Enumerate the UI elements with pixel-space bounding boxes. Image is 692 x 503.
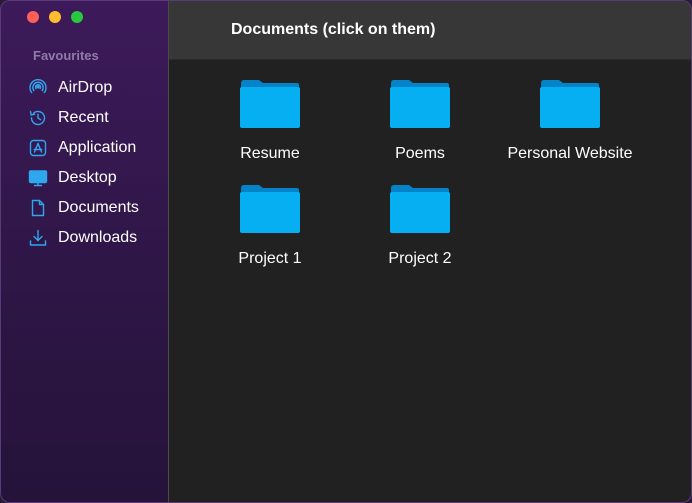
sidebar-nav: AirDrop Recent Application Desktop Docum… [27, 73, 162, 253]
folder-icon [390, 80, 450, 128]
page-title: Documents (click on them) [231, 21, 436, 38]
zoom-button[interactable] [71, 11, 83, 23]
folder-label: Project 2 [388, 250, 452, 267]
window-controls [27, 11, 83, 23]
folder-grid: Resume Poems Personal Website Project 1 … [169, 59, 691, 502]
toolbar: Documents (click on them) [169, 1, 691, 60]
folder-personal-website[interactable]: Personal Website [495, 79, 645, 163]
folder-icon [240, 185, 300, 233]
monitor-icon [27, 167, 49, 189]
folder-label: Project 1 [238, 250, 302, 267]
sidebar-item-airdrop[interactable]: AirDrop [27, 73, 162, 103]
sidebar-item-label: Downloads [58, 229, 138, 246]
folder-label: Poems [395, 145, 445, 162]
finder-window: Favourites AirDrop Recent Application De… [0, 0, 692, 503]
sidebar: Favourites AirDrop Recent Application De… [1, 1, 169, 502]
folder-icon [540, 80, 600, 128]
clock-history-icon [27, 107, 49, 129]
sidebar-item-recent[interactable]: Recent [27, 103, 162, 133]
sidebar-item-label: AirDrop [58, 79, 113, 96]
app-store-icon [27, 137, 49, 159]
airdrop-icon [27, 77, 49, 99]
sidebar-item-label: Desktop [58, 169, 117, 186]
sidebar-item-label: Application [58, 139, 137, 156]
sidebar-item-label: Documents [58, 199, 139, 216]
download-icon [27, 227, 49, 249]
favourites-section-label: Favourites [33, 48, 99, 63]
minimize-button[interactable] [49, 11, 61, 23]
folder-icon [240, 80, 300, 128]
folder-resume[interactable]: Resume [195, 79, 345, 163]
folder-project-1[interactable]: Project 1 [195, 184, 345, 268]
sidebar-item-documents[interactable]: Documents [27, 193, 162, 223]
close-button[interactable] [27, 11, 39, 23]
folder-poems[interactable]: Poems [345, 79, 495, 163]
main-content: Documents (click on them) Resume Poems P… [169, 1, 691, 502]
sidebar-item-desktop[interactable]: Desktop [27, 163, 162, 193]
sidebar-item-label: Recent [58, 109, 109, 126]
folder-icon [390, 185, 450, 233]
sidebar-item-application[interactable]: Application [27, 133, 162, 163]
folder-label: Personal Website [507, 145, 633, 162]
sidebar-item-downloads[interactable]: Downloads [27, 223, 162, 253]
folder-project-2[interactable]: Project 2 [345, 184, 495, 268]
folder-label: Resume [240, 145, 300, 162]
document-icon [27, 197, 49, 219]
